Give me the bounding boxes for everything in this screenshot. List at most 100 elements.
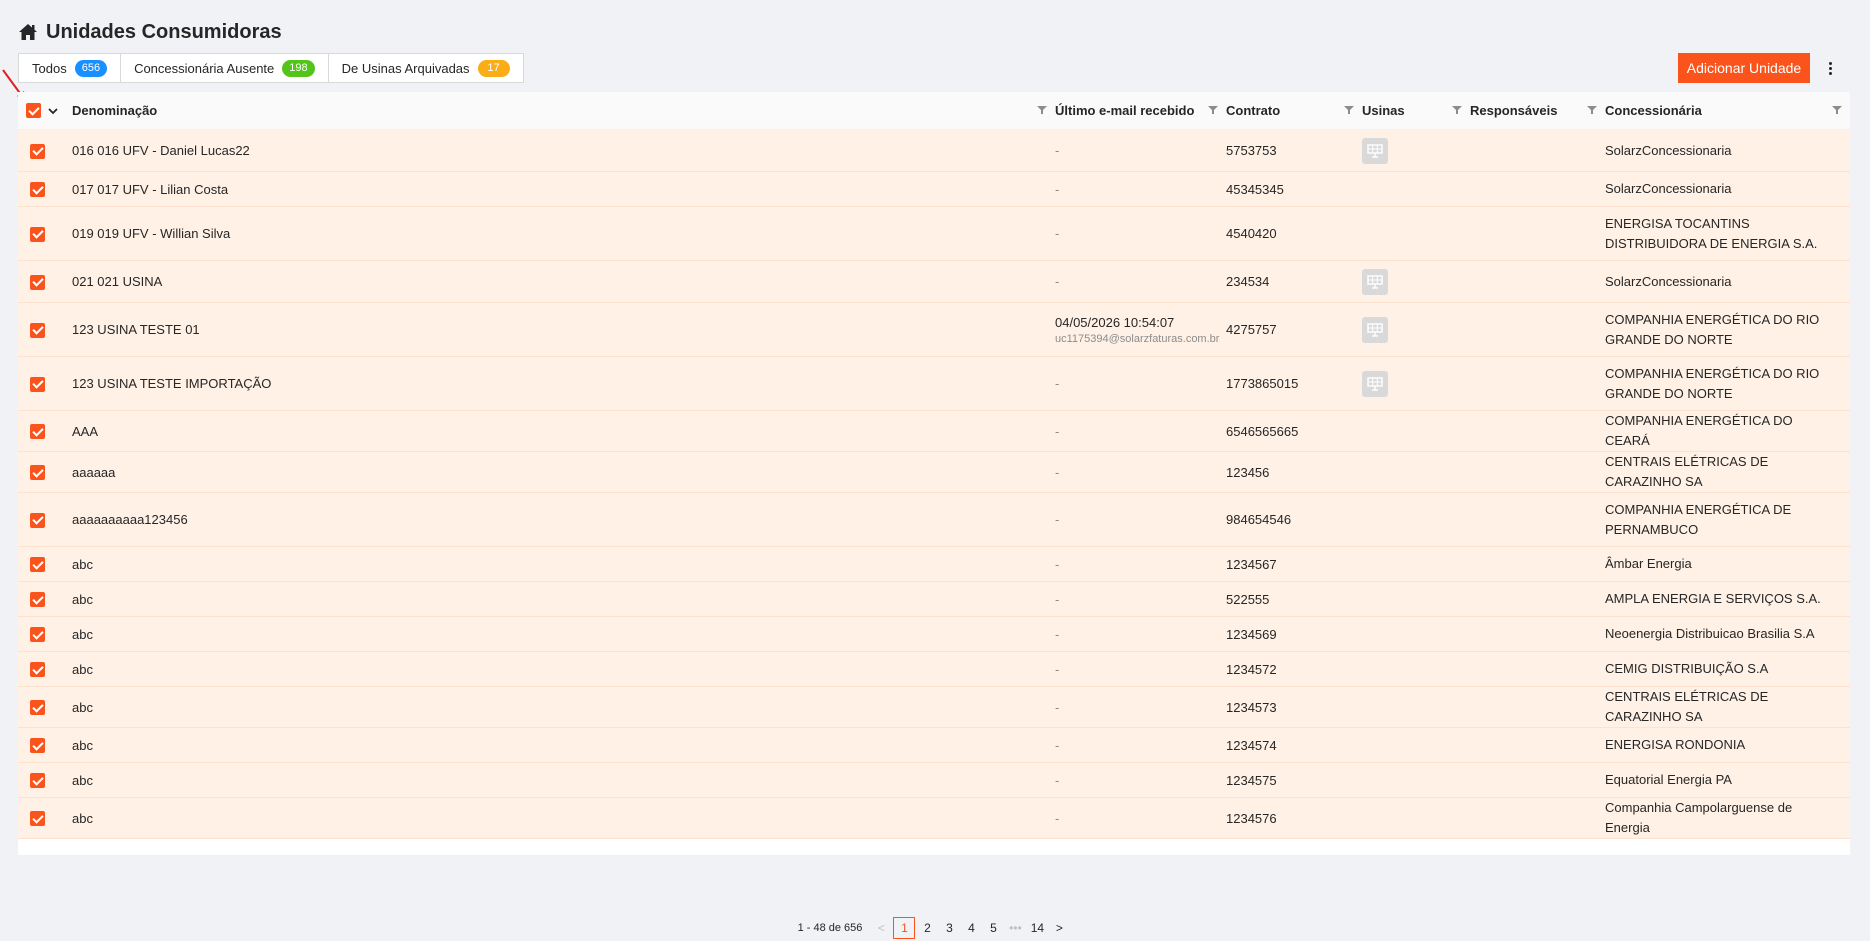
- more-pages-ellipsis[interactable]: •••: [1005, 918, 1025, 938]
- concessionaria-name: CEMIG DISTRIBUIÇÃO S.A: [1605, 661, 1769, 676]
- filter-icon[interactable]: [1208, 105, 1218, 115]
- table-row[interactable]: aaaaaaaaaa123456 - 984654546 COMPANHIA ENER…: [18, 492, 1850, 547]
- filter-icon[interactable]: [1037, 105, 1047, 115]
- responsaveis-cell: [1470, 798, 1605, 839]
- unit-name: 017 017 UFV - Lilian Costa: [72, 181, 229, 197]
- row-checkbox[interactable]: [30, 773, 45, 789]
- more-options-icon[interactable]: [1820, 53, 1840, 83]
- last-email-value: -: [1055, 143, 1060, 158]
- unit-name: abc: [72, 737, 93, 753]
- table-row[interactable]: 123 USINA TESTE IMPORTAÇÃO - 1773865015 COM…: [18, 356, 1850, 411]
- unit-name: abc: [72, 591, 93, 607]
- row-checkbox[interactable]: [30, 512, 45, 528]
- row-checkbox[interactable]: [30, 322, 45, 338]
- row-checkbox[interactable]: [30, 592, 45, 608]
- last-email-value: -: [1055, 810, 1060, 826]
- table-row[interactable]: abc - 1234572 CEMIG DISTRIBUIÇÃO S.A: [18, 651, 1850, 687]
- last-email-value: -: [1055, 772, 1060, 788]
- tab-concessionaria-ausente[interactable]: Concessionária Ausente 198: [120, 53, 329, 83]
- row-checkbox[interactable]: [30, 811, 45, 827]
- row-checkbox[interactable]: [30, 700, 45, 716]
- responsaveis-cell: [1470, 617, 1605, 652]
- page-title: Unidades Consumidoras: [18, 18, 282, 46]
- count-badge: 17: [477, 59, 510, 77]
- row-checkbox[interactable]: [30, 182, 45, 198]
- table-row[interactable]: 017 017 UFV - Lilian Costa - 45345345 Solar…: [18, 171, 1850, 207]
- solar-plant-icon[interactable]: [1362, 137, 1388, 164]
- row-checkbox[interactable]: [30, 557, 45, 573]
- table-row[interactable]: 016 016 UFV - Daniel Lucas22 - 5753753 Sola…: [18, 129, 1850, 172]
- table-row[interactable]: abc - 1234573 CENTRAIS ELÉTRICAS DE CARAZIN…: [18, 686, 1850, 728]
- concessionaria-name: ENERGISA RONDONIA: [1605, 737, 1746, 752]
- page-3[interactable]: 3: [939, 918, 959, 938]
- units-table: Denominação Último e-mail recebido Contr…: [18, 92, 1850, 939]
- solar-plant-icon[interactable]: [1362, 268, 1388, 295]
- table-row[interactable]: abc - 1234575 Equatorial Energia PA: [18, 762, 1850, 798]
- solar-plant-icon[interactable]: [1362, 316, 1388, 343]
- filter-icon[interactable]: [1452, 105, 1462, 115]
- last-email-value: -: [1055, 423, 1060, 439]
- column-header-denominacao[interactable]: Denominação: [72, 92, 1055, 130]
- last-email-value: -: [1055, 512, 1060, 527]
- concessionaria-name: SolarzConcessionaria: [1605, 273, 1732, 289]
- contract-number: 1234574: [1226, 737, 1277, 753]
- table-row[interactable]: abc - 522555 AMPLA ENERGIA E SERVIÇOS S.A.: [18, 581, 1850, 617]
- column-header-responsaveis[interactable]: Responsáveis: [1470, 92, 1605, 130]
- table-row[interactable]: abc - 1234567 Âmbar Energia: [18, 546, 1850, 582]
- last-email-value: -: [1055, 699, 1060, 715]
- responsaveis-cell: [1470, 172, 1605, 207]
- column-header-usinas[interactable]: Usinas: [1362, 92, 1470, 130]
- table-row[interactable]: 123 USINA TESTE 01 04/05/2026 10:54:07 uc1…: [18, 302, 1850, 357]
- row-checkbox[interactable]: [30, 376, 45, 392]
- table-row[interactable]: abc - 1234574 ENERGISA RONDONIA: [18, 727, 1850, 763]
- column-header-contrato[interactable]: Contrato: [1226, 92, 1362, 130]
- unit-name: abc: [72, 626, 93, 642]
- page-1[interactable]: 1: [893, 917, 916, 939]
- page-4[interactable]: 4: [961, 918, 981, 938]
- add-unit-button[interactable]: Adicionar Unidade: [1678, 53, 1810, 83]
- page-5[interactable]: 5: [983, 918, 1003, 938]
- filter-icon[interactable]: [1344, 105, 1354, 115]
- column-header-email[interactable]: Último e-mail recebido: [1055, 92, 1226, 130]
- chevron-down-icon[interactable]: [47, 105, 59, 117]
- page-2[interactable]: 2: [917, 918, 937, 938]
- responsaveis-cell: [1470, 261, 1605, 303]
- row-checkbox[interactable]: [30, 738, 45, 754]
- tab-todos[interactable]: Todos 656: [18, 53, 122, 83]
- last-email-value: -: [1055, 226, 1060, 241]
- column-header-concessionaria[interactable]: Concessionária: [1605, 92, 1850, 130]
- row-checkbox[interactable]: [30, 274, 45, 290]
- concessionaria-name: Neoenergia Distribuicao Brasilia S.A: [1605, 626, 1815, 641]
- contract-number: 45345345: [1226, 181, 1284, 197]
- next-page-icon[interactable]: >: [1049, 918, 1069, 938]
- row-checkbox[interactable]: [30, 662, 45, 678]
- row-checkbox[interactable]: [30, 465, 45, 481]
- table-row[interactable]: abc - 1234576 Companhia Campolarguense de E…: [18, 797, 1850, 839]
- solar-plant-icon[interactable]: [1362, 370, 1388, 397]
- unit-name: aaaaaa: [72, 464, 116, 480]
- filter-tabs: Todos 656 Concessionária Ausente 198 De …: [18, 53, 524, 83]
- row-checkbox[interactable]: [30, 627, 45, 643]
- row-checkbox[interactable]: [30, 226, 45, 242]
- unit-name: AAA: [72, 423, 99, 439]
- prev-page-icon[interactable]: <: [871, 918, 891, 938]
- page-last[interactable]: 14: [1027, 918, 1047, 938]
- table-row[interactable]: 019 019 UFV - Willian Silva - 4540420 ENERG…: [18, 206, 1850, 261]
- table-row[interactable]: aaaaaa - 123456 CENTRAIS ELÉTRICAS DE CARAZ…: [18, 451, 1850, 493]
- responsaveis-cell: [1470, 357, 1605, 411]
- unit-name: abc: [72, 556, 93, 572]
- table-row[interactable]: 021 021 USINA - 234534 SolarzConcessionaria: [18, 260, 1850, 303]
- tab-label: Concessionária Ausente: [134, 60, 275, 76]
- tab-usinas-arquivadas[interactable]: De Usinas Arquivadas 17: [327, 53, 524, 83]
- responsaveis-cell: [1470, 652, 1605, 687]
- row-checkbox[interactable]: [30, 424, 45, 440]
- select-all-checkbox[interactable]: [26, 103, 41, 118]
- filter-icon[interactable]: [1587, 105, 1597, 115]
- table-row[interactable]: AAA - 6546565665 COMPANHIA ENERGÉTICA DO CE…: [18, 410, 1850, 452]
- filter-icon[interactable]: [1832, 105, 1842, 115]
- table-row[interactable]: abc - 1234569 Neoenergia Distribuicao Brasi…: [18, 616, 1850, 652]
- last-email-value: -: [1055, 181, 1060, 197]
- contract-number: 1234573: [1226, 699, 1277, 715]
- concessionaria-name: AMPLA ENERGIA E SERVIÇOS S.A.: [1605, 591, 1821, 606]
- row-checkbox[interactable]: [30, 143, 45, 159]
